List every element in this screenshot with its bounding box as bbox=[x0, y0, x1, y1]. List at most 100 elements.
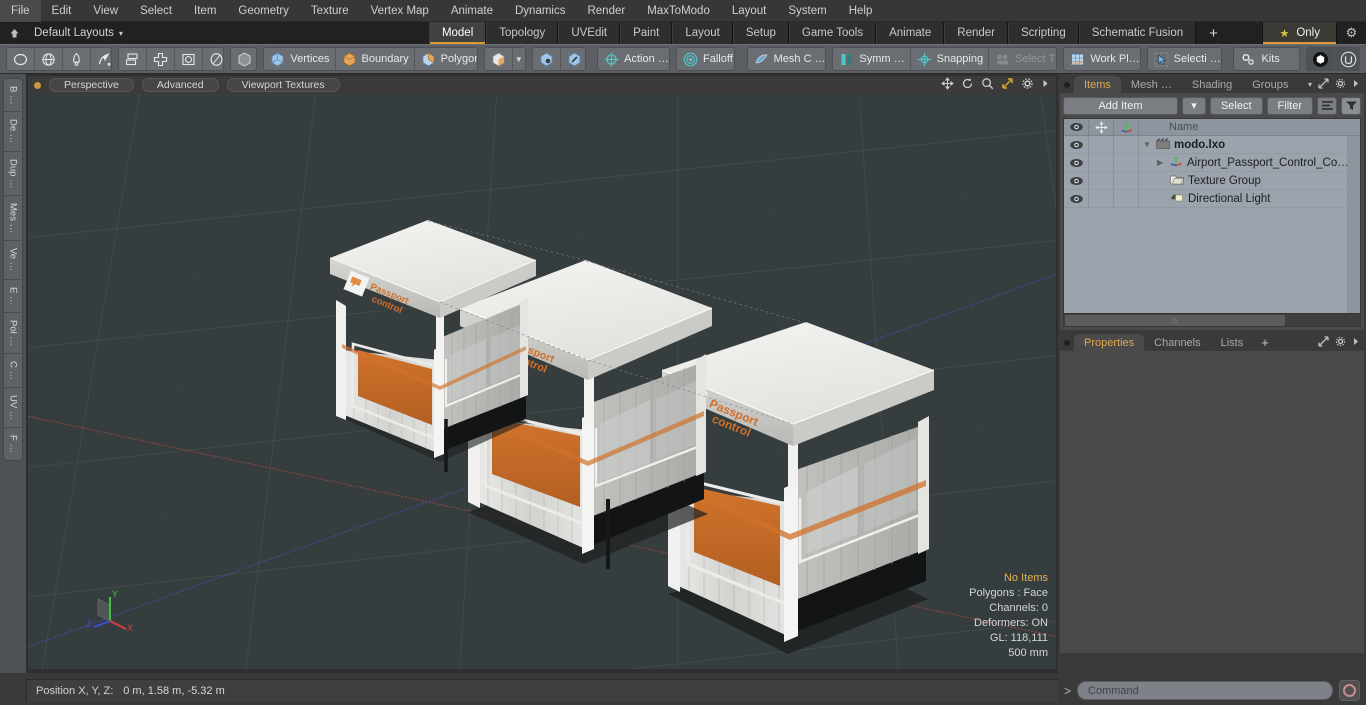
add-tab-button[interactable]: + bbox=[1196, 22, 1231, 44]
selection-sets-button[interactable]: Selecti … bbox=[1148, 48, 1221, 70]
panel-gear-icon[interactable] bbox=[1335, 78, 1346, 92]
panel-menu-dot[interactable] bbox=[1060, 76, 1074, 93]
cube-snap-b-icon[interactable] bbox=[559, 48, 585, 70]
menu-item-maxtomodo[interactable]: MaxToModo bbox=[636, 0, 721, 22]
tab-layout[interactable]: Layout bbox=[672, 22, 733, 44]
left-tab-fusion[interactable]: F … bbox=[4, 428, 22, 460]
left-tab-edge[interactable]: E … bbox=[4, 280, 22, 314]
unreal-engine-icon[interactable] bbox=[1334, 48, 1359, 70]
viewport-textures-dropdown[interactable]: Viewport Textures bbox=[226, 78, 340, 92]
tab-mesh-ops[interactable]: Mesh … bbox=[1120, 76, 1182, 93]
vertices-button[interactable]: Vertices bbox=[264, 48, 334, 70]
fit-expand-icon[interactable] bbox=[1001, 77, 1014, 93]
add-item-button[interactable]: Add Item bbox=[1063, 96, 1178, 115]
menu-item-select[interactable]: Select bbox=[129, 0, 183, 22]
funnel-filter-icon[interactable] bbox=[1341, 96, 1361, 115]
tab-paint[interactable]: Paint bbox=[620, 22, 673, 44]
menu-item-layout[interactable]: Layout bbox=[721, 0, 778, 22]
row-visibility-eye-icon[interactable] bbox=[1064, 153, 1089, 172]
tab-topology[interactable]: Topology bbox=[486, 22, 559, 44]
panel-gear-icon[interactable] bbox=[1335, 336, 1346, 350]
row-axis-cell[interactable] bbox=[1114, 171, 1139, 190]
items-tree-horizontal-scrollbar[interactable]: ○ bbox=[1064, 313, 1360, 326]
left-tab-mesh-edit[interactable]: Mes … bbox=[4, 196, 22, 242]
tab-game-tools[interactable]: Game Tools bbox=[788, 22, 877, 44]
chevron-right-icon[interactable] bbox=[1041, 77, 1050, 93]
row-visibility-eye-icon[interactable] bbox=[1064, 135, 1089, 154]
row-move-cell[interactable] bbox=[1089, 153, 1114, 172]
viewport-gear-icon[interactable] bbox=[1021, 77, 1034, 93]
record-circle-icon[interactable] bbox=[1339, 680, 1360, 701]
left-tab-uv[interactable]: UV … bbox=[4, 388, 22, 429]
row-axis-cell[interactable] bbox=[1114, 153, 1139, 172]
view-mode-dropdown[interactable]: Perspective bbox=[49, 78, 134, 92]
row-visibility-eye-icon[interactable] bbox=[1064, 171, 1089, 190]
circle-shape-icon[interactable] bbox=[7, 48, 34, 70]
table-row[interactable]: ▶ Airport_Passport_Control_Co… bbox=[1064, 153, 1360, 172]
shading-mode-dropdown[interactable]: Advanced bbox=[141, 78, 219, 92]
select-button[interactable]: Select bbox=[1209, 96, 1263, 115]
tab-scripting[interactable]: Scripting bbox=[1007, 22, 1079, 44]
tab-setup[interactable]: Setup bbox=[732, 22, 789, 44]
left-tab-deform[interactable]: De … bbox=[4, 112, 22, 152]
cube-snap-a-icon[interactable] bbox=[533, 48, 560, 70]
add-item-dropdown-arrow[interactable]: ▾ bbox=[1181, 96, 1206, 115]
row-move-cell[interactable] bbox=[1089, 189, 1114, 208]
row-move-cell[interactable] bbox=[1089, 135, 1114, 154]
globe-sphere-icon[interactable] bbox=[34, 48, 62, 70]
menu-item-file[interactable]: File bbox=[0, 0, 41, 22]
tab-lists[interactable]: Lists bbox=[1210, 334, 1254, 351]
tab-schematic-fusion[interactable]: Schematic Fusion bbox=[1078, 22, 1197, 44]
default-layouts-dropdown[interactable]: Default Layouts ▾ bbox=[28, 22, 133, 44]
column-header-name[interactable]: Name bbox=[1139, 119, 1360, 136]
select-through-button[interactable]: Select T… bbox=[988, 48, 1056, 70]
menu-item-texture[interactable]: Texture bbox=[300, 0, 360, 22]
falloff-button[interactable]: Falloff bbox=[677, 48, 734, 70]
items-tree-vertical-scrollbar[interactable] bbox=[1347, 136, 1360, 313]
polygons-button[interactable]: Polygons bbox=[413, 48, 477, 70]
gear-icon[interactable]: ⚙ bbox=[1336, 22, 1366, 44]
table-row[interactable]: Directional Light bbox=[1064, 189, 1360, 208]
rotate-box-icon[interactable] bbox=[174, 48, 202, 70]
row-move-cell[interactable] bbox=[1089, 171, 1114, 190]
left-tab-polygon[interactable]: Pol … bbox=[4, 313, 22, 355]
move-cross-icon[interactable] bbox=[146, 48, 174, 70]
tab-properties[interactable]: Properties bbox=[1074, 334, 1145, 351]
kits-button[interactable]: Kits bbox=[1234, 48, 1299, 70]
row-axis-cell[interactable] bbox=[1114, 135, 1139, 154]
tree-item-mesh[interactable]: ▶ Airport_Passport_Control_Co… bbox=[1139, 155, 1360, 170]
tab-items[interactable]: Items bbox=[1074, 76, 1121, 93]
menu-item-render[interactable]: Render bbox=[576, 0, 636, 22]
left-tab-curve[interactable]: C … bbox=[4, 354, 22, 389]
boundary-button[interactable]: Boundary bbox=[334, 48, 414, 70]
menu-item-edit[interactable]: Edit bbox=[41, 0, 83, 22]
home-icon[interactable] bbox=[0, 22, 28, 44]
left-tab-duplicate[interactable]: Dup … bbox=[4, 152, 22, 197]
row-visibility-eye-icon[interactable] bbox=[1064, 189, 1089, 208]
popout-icon[interactable] bbox=[1318, 77, 1329, 92]
tree-item-texture-group[interactable]: Texture Group bbox=[1139, 174, 1360, 188]
menu-item-vertex-map[interactable]: Vertex Map bbox=[360, 0, 440, 22]
table-row[interactable]: ▼ modo.lxo bbox=[1064, 135, 1360, 154]
cube-gray-icon[interactable] bbox=[231, 48, 256, 70]
left-tab-vertex[interactable]: Ve … bbox=[4, 241, 22, 280]
chevron-right-icon[interactable] bbox=[1352, 336, 1360, 350]
panel-menu-dot[interactable] bbox=[1060, 334, 1074, 351]
menu-item-item[interactable]: Item bbox=[183, 0, 227, 22]
tab-model[interactable]: Model bbox=[428, 22, 487, 44]
move-lock-icon[interactable] bbox=[1089, 119, 1114, 136]
popout-icon[interactable] bbox=[1318, 335, 1329, 350]
left-tab-basic[interactable]: B … bbox=[4, 79, 22, 113]
twisty-open-icon[interactable]: ▼ bbox=[1143, 140, 1152, 149]
menu-item-dynamics[interactable]: Dynamics bbox=[504, 0, 576, 22]
items-tree[interactable]: Name ▼ modo.lxo ▶ Airport_Passport_Contr… bbox=[1063, 118, 1361, 327]
list-view-icon[interactable] bbox=[1317, 96, 1337, 115]
twisty-closed-icon[interactable]: ▶ bbox=[1157, 158, 1166, 167]
tree-item-scene[interactable]: ▼ modo.lxo bbox=[1139, 138, 1360, 152]
mesh-constraint-button[interactable]: Mesh C … bbox=[748, 48, 825, 70]
curve-tool-icon[interactable] bbox=[90, 48, 111, 70]
table-row[interactable]: Texture Group bbox=[1064, 171, 1360, 190]
chevron-down-icon[interactable]: ▼ bbox=[511, 48, 525, 70]
viewport-3d-canvas[interactable]: Passport control Passport control Passpo… bbox=[28, 94, 1056, 669]
only-toggle-button[interactable]: ★ Only bbox=[1262, 22, 1336, 44]
